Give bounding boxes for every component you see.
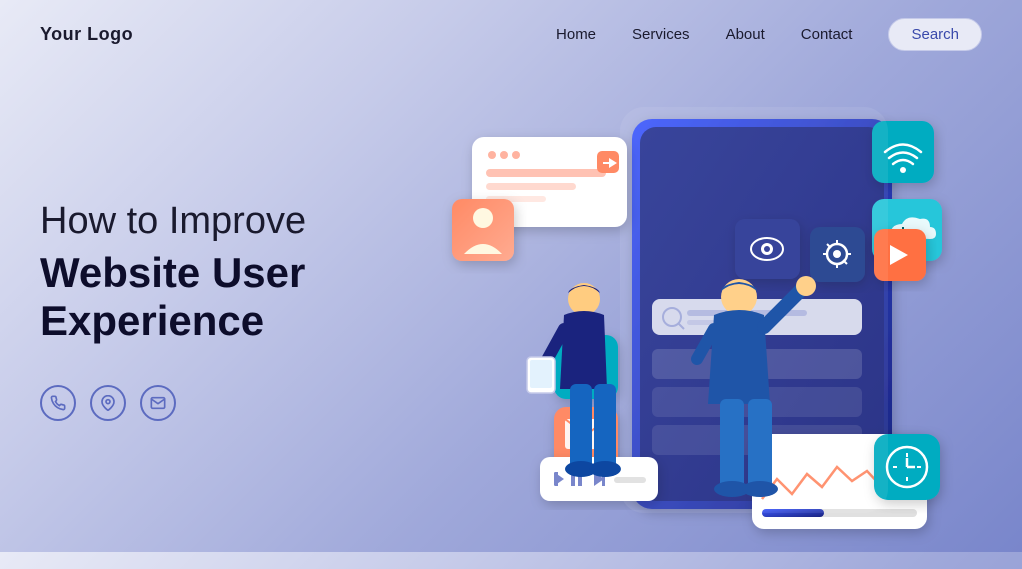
- location-icon[interactable]: [90, 385, 126, 421]
- search-button[interactable]: Search: [888, 18, 982, 51]
- logo: Your Logo: [40, 24, 133, 45]
- hero-title-bold: Website UserExperience: [40, 249, 420, 346]
- nav-about[interactable]: About: [726, 26, 765, 43]
- hero-section: How to Improve Website UserExperience: [40, 199, 420, 421]
- hero-title-light: How to Improve: [40, 199, 420, 245]
- header: Your Logo Home Services About Contact Se…: [0, 0, 1022, 69]
- contact-icons-row: [40, 385, 420, 421]
- email-icon[interactable]: [140, 385, 176, 421]
- nav-contact[interactable]: Contact: [801, 26, 853, 43]
- main-content: How to Improve Website UserExperience: [0, 69, 1022, 551]
- nav-home[interactable]: Home: [556, 26, 596, 43]
- nav-services[interactable]: Services: [632, 26, 690, 43]
- main-nav: Home Services About Contact Search: [556, 18, 982, 51]
- illustration: [420, 69, 982, 551]
- phone-icon[interactable]: [40, 385, 76, 421]
